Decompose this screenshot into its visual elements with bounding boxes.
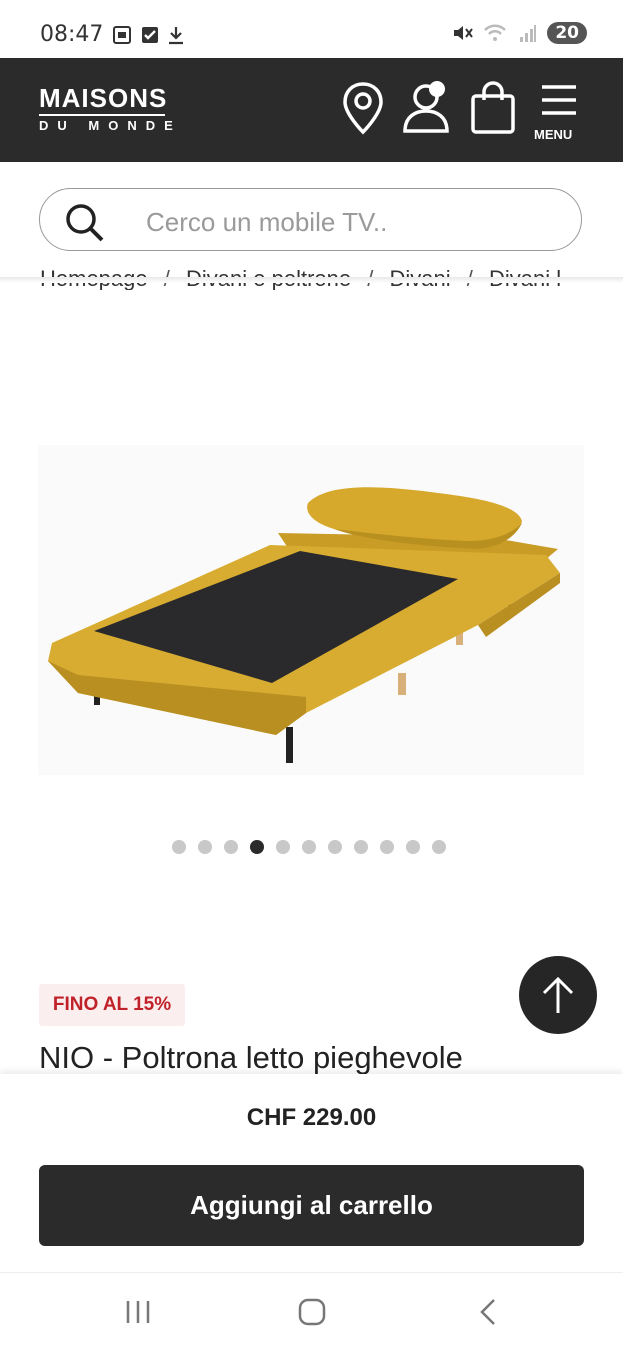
recent-apps-button[interactable] <box>108 1290 168 1334</box>
product-price: CHF 229.00 <box>246 1104 377 1131</box>
status-right-cluster: 20 <box>451 22 587 44</box>
account-button[interactable] <box>398 78 456 138</box>
logo-maisons[interactable]: MAISONS <box>39 83 167 114</box>
scroll-to-top-button[interactable] <box>519 956 597 1034</box>
add-to-cart-button[interactable]: Aggiungi al carrello <box>39 1165 584 1246</box>
menu-label[interactable]: MENU <box>534 127 572 142</box>
back-button[interactable] <box>458 1290 518 1334</box>
home-button[interactable] <box>282 1290 342 1334</box>
wifi-icon <box>484 24 507 41</box>
download-icon <box>169 27 183 45</box>
search-input[interactable] <box>144 204 568 240</box>
store-locator-button[interactable] <box>334 78 392 138</box>
cart-button[interactable] <box>464 78 522 138</box>
back-chevron-icon <box>480 1299 495 1325</box>
signal-icon <box>520 25 537 42</box>
menu-button[interactable] <box>530 80 588 120</box>
screenshot-icon <box>113 26 131 44</box>
gallery-dots <box>172 840 446 854</box>
gallery-dot[interactable] <box>302 840 316 854</box>
gallery-dot[interactable] <box>276 840 290 854</box>
logo-du-monde[interactable]: DU MONDE <box>39 118 182 133</box>
location-pin-icon <box>343 82 383 135</box>
user-icon <box>403 81 449 133</box>
shopping-bag-icon <box>471 81 515 134</box>
gallery-dot[interactable] <box>354 840 368 854</box>
gallery-dot[interactable] <box>198 840 212 854</box>
checkbox-notification-icon <box>142 27 158 43</box>
gallery-dot[interactable] <box>406 840 420 854</box>
logo-divider <box>39 114 165 116</box>
product-image[interactable] <box>38 445 584 775</box>
recent-apps-icon <box>126 1301 150 1323</box>
gallery-dot[interactable] <box>380 840 394 854</box>
product-title: NIO - Poltrona letto pieghevole <box>39 1040 463 1074</box>
gallery-dot-active[interactable] <box>250 840 264 854</box>
gallery-dot[interactable] <box>172 840 186 854</box>
breadcrumb: Homepage / Divani e poltrone / Divani / … <box>0 262 623 290</box>
promo-badge: FINO AL 15% <box>39 984 185 1026</box>
menu-icon <box>542 85 576 115</box>
battery-indicator: 20 <box>547 22 587 44</box>
search-icon[interactable] <box>62 200 106 244</box>
gallery-dot[interactable] <box>432 840 446 854</box>
gallery-dot[interactable] <box>328 840 342 854</box>
status-time: 08:47 <box>40 22 104 47</box>
home-icon <box>298 1298 326 1326</box>
arrow-up-icon <box>542 976 574 1013</box>
header-shadow <box>0 277 623 283</box>
mute-icon <box>454 26 474 40</box>
gallery-dot[interactable] <box>224 840 238 854</box>
